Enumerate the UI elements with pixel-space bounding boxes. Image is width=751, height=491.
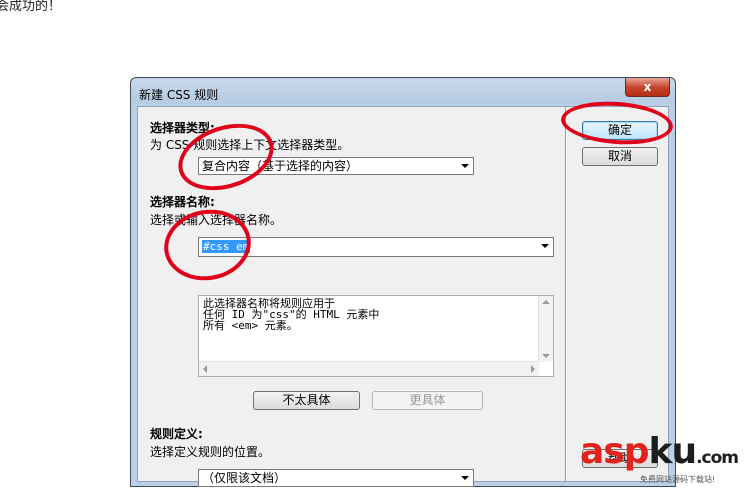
rule-definition-hint: 选择定义规则的位置。 bbox=[150, 445, 271, 459]
scroll-up-icon[interactable] bbox=[542, 300, 550, 304]
selector-name-heading: 选择器名称: bbox=[150, 195, 215, 209]
selector-type-select[interactable]: 复合内容（基于选择的内容） bbox=[198, 157, 474, 175]
selector-name-combobox[interactable]: #css em bbox=[198, 237, 554, 257]
less-specific-button[interactable]: 不太具体 bbox=[253, 391, 360, 410]
new-css-rule-dialog: 新建 CSS 规则 x 选择器类型: 为 CSS 规则选择上下文选择器类型。 复… bbox=[130, 77, 676, 487]
dialog-client-area: 选择器类型: 为 CSS 规则选择上下文选择器类型。 复合内容（基于选择的内容）… bbox=[137, 106, 669, 487]
selector-name-input[interactable]: #css em bbox=[202, 240, 251, 253]
watermark-part2: ku bbox=[648, 431, 698, 472]
rule-definition-heading: 规则定义: bbox=[150, 427, 203, 441]
cancel-button[interactable]: 取消 bbox=[582, 147, 658, 166]
scroll-right-icon[interactable] bbox=[531, 365, 535, 373]
rule-definition-value: （仅限该文档） bbox=[202, 471, 287, 485]
more-specific-button[interactable]: 更具体 bbox=[372, 391, 483, 410]
scroll-left-icon[interactable] bbox=[203, 365, 207, 373]
page-top-text: 会成功的！ bbox=[0, 0, 62, 14]
dialog-title: 新建 CSS 规则 bbox=[139, 88, 219, 102]
selector-type-hint: 为 CSS 规则选择上下文选择器类型。 bbox=[150, 138, 350, 152]
aspku-watermark: aspku.com bbox=[580, 431, 739, 478]
chevron-down-icon[interactable] bbox=[541, 244, 549, 248]
selector-description-text: 此选择器名称将规则应用于 任何 ID 为"css"的 HTML 元素中 所有 <… bbox=[203, 297, 380, 332]
chevron-down-icon bbox=[461, 164, 469, 168]
watermark-part1: asp bbox=[580, 431, 649, 472]
selector-type-value: 复合内容（基于选择的内容） bbox=[202, 159, 359, 173]
horizontal-scrollbar[interactable] bbox=[199, 361, 539, 376]
selector-description-box[interactable]: 此选择器名称将规则应用于 任何 ID 为"css"的 HTML 元素中 所有 <… bbox=[198, 295, 554, 377]
scroll-down-icon[interactable] bbox=[542, 354, 550, 358]
close-button[interactable]: x bbox=[625, 78, 670, 97]
rule-definition-select[interactable]: （仅限该文档） bbox=[198, 469, 474, 487]
watermark-part3: .com bbox=[696, 448, 739, 468]
selector-type-heading: 选择器类型: bbox=[150, 121, 215, 135]
selector-name-hint: 选择或输入选择器名称。 bbox=[150, 213, 283, 227]
close-icon: x bbox=[643, 80, 652, 94]
watermark-subtitle: 免费网站源码下载站! bbox=[640, 475, 716, 484]
vertical-scrollbar[interactable] bbox=[538, 296, 553, 362]
ok-button[interactable]: 确定 bbox=[582, 121, 658, 140]
button-column-divider bbox=[565, 107, 567, 481]
dialog-titlebar[interactable]: 新建 CSS 规则 x bbox=[131, 78, 675, 104]
chevron-down-icon bbox=[461, 476, 469, 480]
